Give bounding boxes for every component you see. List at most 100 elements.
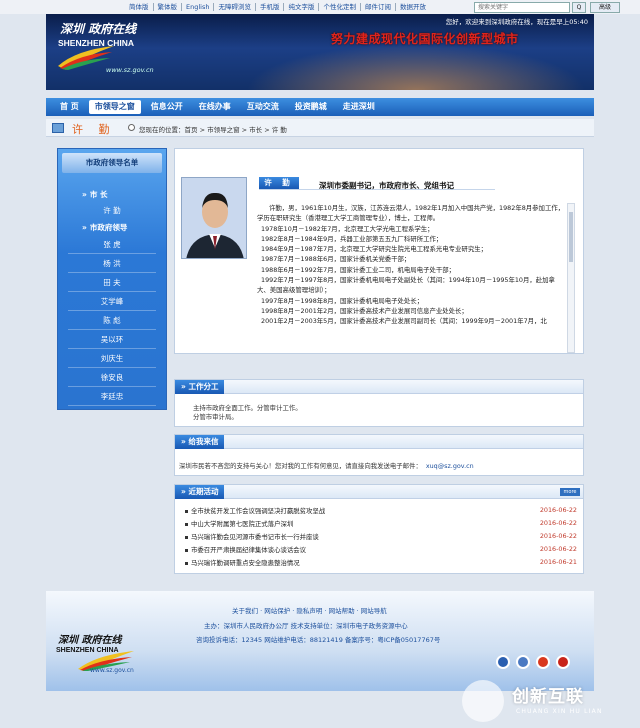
news-title[interactable]: 马兴瑞许勤调研重点安全隐患整治情况 (191, 558, 300, 567)
footer-logo-en: SHENZHEN CHINA (56, 647, 119, 654)
sidebar-item-leader[interactable]: 艾学峰 (58, 296, 166, 307)
biography-paragraph: 1987年7月－1988年6月，国家计委机关党委干部； (261, 255, 411, 264)
news-title[interactable]: 市委召开严肃换届纪律集体谈心谈话会议 (191, 545, 306, 554)
leader-title: 深圳市委副书记，市政府市长、党组书记 (319, 181, 454, 190)
leader-name-tag: 许 勤 (259, 177, 299, 189)
sidebar-divider (68, 348, 156, 349)
nav-item[interactable]: 互动交流 (241, 100, 285, 114)
top-link[interactable]: 手机版 (256, 3, 285, 11)
sidebar-category-leaders[interactable]: 市政府领导 (58, 222, 166, 233)
site-logo-en: SHENZHEN CHINA (58, 38, 135, 48)
mail-description: 深圳市民若不吝您的支持与关心！您对我的工作有何意见，请直接向我发送电子邮件： xu… (179, 461, 474, 470)
biography-paragraph: 许勤，男，1961年10月生，汉族，江苏连云港人，1982年1月加入中国共产党，… (257, 204, 565, 223)
watermark-text: 创新互联 (512, 687, 584, 707)
footer-host-info: 主办：深圳市人民政府办公厅 技术支持单位：深圳市电子政务资源中心 (204, 622, 408, 630)
work-description: 主持市政府全面工作。分管审计工作。 分管市审计局。 (193, 404, 302, 422)
sidebar-item-leader[interactable]: 李廷忠 (58, 391, 166, 402)
location-bar: 许 勤 您现在的位置：首页 > 市领导之窗 > 市长 > 许 勤 (46, 119, 594, 137)
sidebar-item-leader[interactable]: 吴以环 (58, 334, 166, 345)
mail-section: » 给我来信 深圳市民若不吝您的支持与关心！您对我的工作有何意见，请直接向我发送… (174, 434, 584, 476)
sidebar-category-mayor[interactable]: 市 长 (58, 189, 166, 200)
news-item[interactable]: 中山大学附属第七医院正式落户深圳 2016-06-22 (175, 518, 583, 530)
search-button[interactable]: Q (572, 2, 586, 13)
top-link[interactable]: 繁体版 (154, 3, 182, 11)
news-title[interactable]: 全市扶贫开发工作会议强调坚决打赢脱贫攻坚战 (191, 506, 325, 515)
news-date: 2016-06-22 (539, 519, 577, 527)
watermark-subtext: CHUANG XIN HU LIAN (516, 708, 603, 715)
advanced-search-button[interactable]: 高级 (590, 2, 620, 13)
monitor-icon (52, 123, 64, 133)
site-banner: 深圳 政府在线 SHENZHEN CHINA www.sz.gov.cn 您好，… (46, 14, 594, 90)
site-logo-cn[interactable]: 深圳 政府在线 (60, 20, 136, 37)
biography-paragraph: 1978年10月－1982年7月，北京理工大学光电工程系学生； (261, 224, 434, 233)
news-item[interactable]: 马兴瑞许勤调研重点安全隐患整治情况 2016-06-21 (175, 557, 583, 569)
sidebar-divider (68, 253, 156, 254)
city-night-skyline (246, 44, 586, 90)
sidebar-item-leader[interactable]: 张 虎 (58, 239, 166, 250)
leader-portrait (181, 177, 247, 259)
greeting-text: 您好，欢迎来到深圳政府在线，现在是早上05:40 (445, 18, 588, 26)
main-nav: 首 页市领导之窗 信息公开 在线办事 互动交流 投资鹏城 走进深圳 (46, 98, 594, 116)
top-link[interactable]: 个性化定制 (319, 3, 361, 11)
government-emblem-icon[interactable] (536, 655, 550, 669)
sidebar-divider (68, 367, 156, 368)
mail-section-header: » 给我来信 (175, 435, 583, 449)
sidebar-item-mayor[interactable]: 许 勤 (58, 205, 166, 216)
footer-contact-info: 咨询投诉电话：12345 网站维护电话：88121419 备案序号：粤ICP备0… (196, 636, 441, 644)
watermark-logo-icon (462, 680, 504, 722)
leader-biography: 许勤，男，1961年10月生，汉族，江苏连云港人，1982年1月加入中国共产党，… (257, 203, 567, 349)
banner-slogan: 努力建成现代化国际化创新型城市 (331, 32, 519, 46)
news-title[interactable]: 中山大学附属第七医院正式落户深圳 (191, 519, 293, 528)
news-section-header: » 近期活动 more (175, 485, 583, 499)
leader-profile-panel: 许 勤 深圳市委副书记，市政府市长、党组书记 许勤，男，1961年10月生，汉族… (174, 148, 584, 354)
sidebar-item-leader[interactable]: 陈 彪 (58, 315, 166, 326)
top-link[interactable]: English (182, 3, 215, 11)
nav-item[interactable]: 投资鹏城 (289, 100, 333, 114)
biography-paragraph: 1982年8月－1984年9月，兵器工业部第五五九厂科研所工作； (261, 234, 443, 243)
top-link[interactable]: 邮件订阅 (361, 3, 396, 11)
email-link[interactable]: xuq@sz.gov.cn (426, 462, 474, 470)
police-badge-icon[interactable] (496, 655, 510, 669)
party-emblem-icon[interactable] (556, 655, 570, 669)
news-section: » 近期活动 more 全市扶贫开发工作会议强调坚决打赢脱贫攻坚战 2016-06… (174, 484, 584, 574)
footer-logo-cn: 深圳 政府在线 (58, 635, 122, 646)
news-item[interactable]: 马兴瑞许勤会见河源市委书记市长一行并座谈 2016-06-22 (175, 531, 583, 543)
nav-item[interactable]: 信息公开 (145, 100, 189, 114)
work-line: 分管市审计局。 (193, 413, 238, 421)
sidebar-item-leader[interactable]: 田 夫 (58, 277, 166, 288)
news-item[interactable]: 全市扶贫开发工作会议强调坚决打赢脱贫攻坚战 2016-06-22 (175, 505, 583, 517)
nav-item[interactable]: 走进深圳 (337, 100, 381, 114)
sidebar-item-leader[interactable]: 徐安良 (58, 372, 166, 383)
news-item[interactable]: 市委召开严肃换届纪律集体谈心谈话会议 2016-06-22 (175, 544, 583, 556)
watermark: 创新互联 CHUANG XIN HU LIAN (454, 674, 640, 728)
top-link[interactable]: 无障碍浏览 (214, 3, 256, 11)
nav-item[interactable]: 在线办事 (193, 100, 237, 114)
top-link[interactable]: 纯文字版 (284, 3, 320, 11)
news-date: 2016-06-21 (539, 558, 577, 566)
breadcrumb[interactable]: 您现在的位置：首页 > 市领导之窗 > 市长 > 许 勤 (139, 124, 287, 134)
news-title[interactable]: 马兴瑞许勤会见河源市委书记市长一行并座谈 (191, 532, 319, 541)
site-logo-url: www.sz.gov.cn (106, 66, 154, 74)
top-link[interactable]: 简体版 (125, 3, 154, 11)
nav-item[interactable]: 市领导之窗 (88, 100, 141, 114)
work-section-header: » 工作分工 (175, 380, 583, 394)
portrait-image (182, 178, 246, 258)
news-date: 2016-06-22 (539, 545, 577, 553)
leader-sidebar: 市政府领导名单 市 长 许 勤 市政府领导 张 虎杨 洪田 夫艾学峰陈 彪吴以环… (57, 148, 167, 410)
more-button[interactable]: more (560, 488, 580, 496)
scrollbar-thumb[interactable] (569, 212, 573, 262)
top-link[interactable]: 数据开放 (396, 3, 430, 11)
mail-section-title: » 给我来信 (175, 435, 225, 449)
work-section-title: » 工作分工 (175, 380, 225, 394)
biography-paragraph: 2001年2月－2003年5月，国家计委高技术产业发展司副司长（其间：1999年… (261, 317, 547, 326)
biography-scrollbar[interactable] (567, 203, 575, 353)
biography-paragraph: 1984年9月－1987年7月，北京理工大学研究生院光电工程系光电专业研究生； (261, 245, 487, 254)
location-icon (128, 124, 135, 131)
footer-logo-url: www.sz.gov.cn (90, 667, 134, 674)
nav-item[interactable]: 首 页 (54, 100, 85, 114)
search-input[interactable] (474, 2, 570, 13)
sidebar-item-leader[interactable]: 刘庆生 (58, 353, 166, 364)
sidebar-item-leader[interactable]: 杨 洪 (58, 258, 166, 269)
footer-links[interactable]: 关于我们 · 网站保护 · 隐私声明 · 网站帮助 · 网站导航 (232, 605, 387, 615)
network-police-icon[interactable] (516, 655, 530, 669)
